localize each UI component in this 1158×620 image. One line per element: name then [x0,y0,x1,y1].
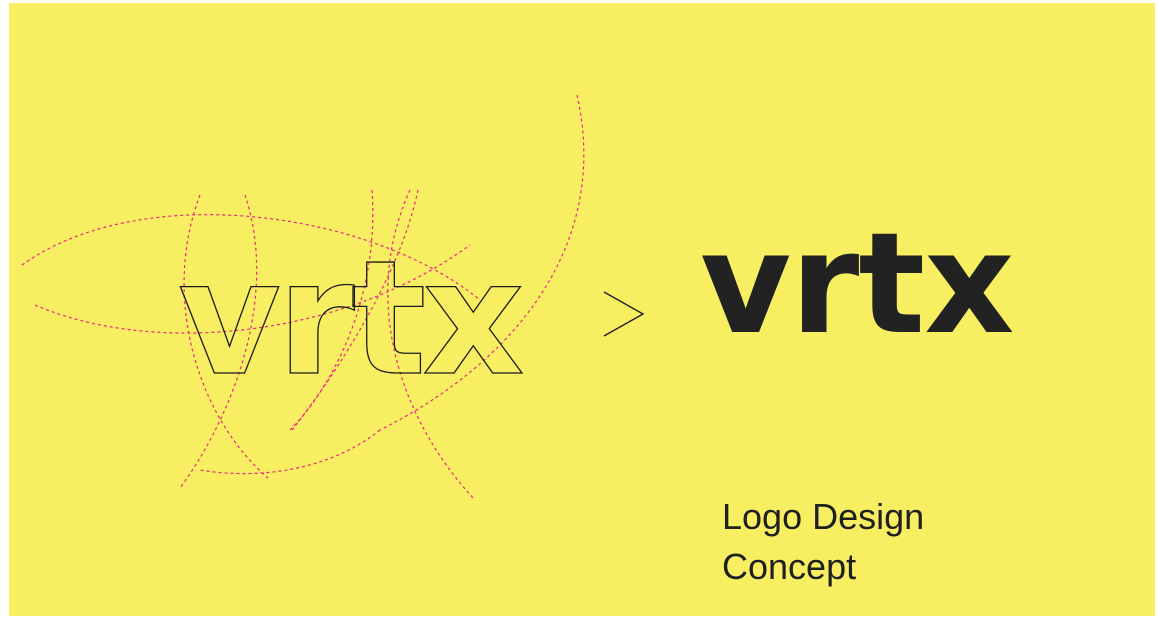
caption: Logo Design Concept [722,492,924,592]
caption-line-2: Concept [722,546,857,587]
sketch-logo-outline: vrtx [178,227,522,411]
guide-arc-circle [199,429,381,475]
caption-line-1: Logo Design [722,496,925,537]
final-logo: vrtx [700,203,1015,366]
chevron-right-icon [603,291,645,337]
logo-concept-poster: vrtx vrtx Logo Design Concept [0,0,1158,620]
